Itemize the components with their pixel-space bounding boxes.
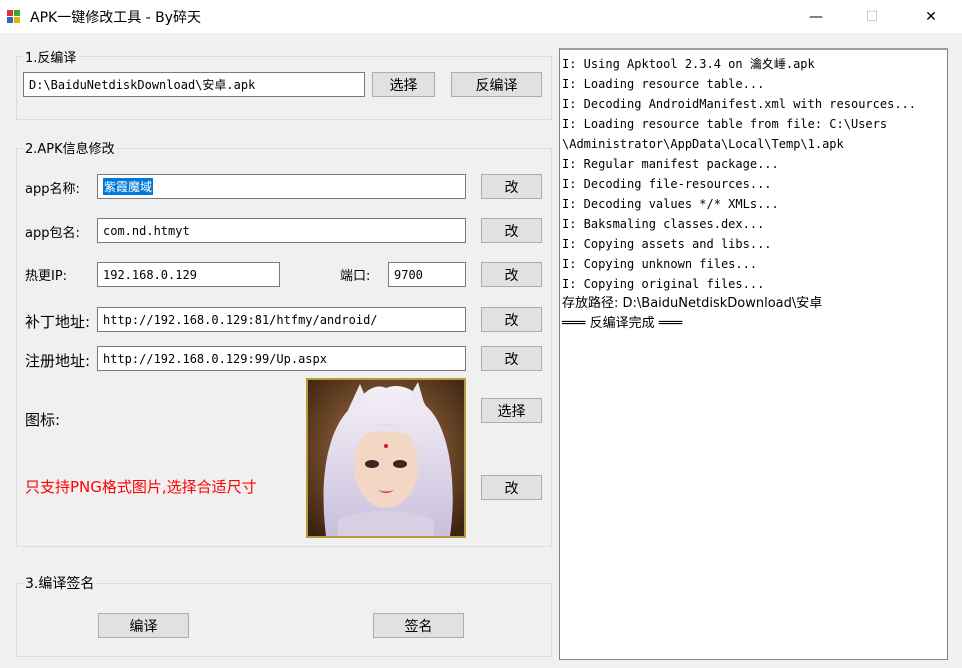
package-name-label: app包名: [25, 226, 80, 241]
icon-label: 图标: [25, 411, 61, 429]
select-icon-button[interactable]: 选择 [481, 398, 542, 423]
log-line: I: Decoding file-resources... [562, 177, 772, 191]
register-url-label: 注册地址: [25, 352, 91, 370]
decompile-legend: 1.反编译 [23, 47, 79, 66]
log-line: I: Copying unknown files... [562, 257, 758, 271]
apk-info-legend: 2.APK信息修改 [23, 138, 117, 157]
change-patch-url-button[interactable]: 改 [481, 307, 542, 332]
change-app-name-button[interactable]: 改 [481, 174, 542, 199]
hot-ip-label: 热更IP: [25, 269, 68, 284]
change-package-name-button[interactable]: 改 [481, 218, 542, 243]
patch-url-input[interactable]: http://192.168.0.129:81/htfmy/android/ [97, 307, 466, 332]
app-name-selected-text: 紫霞魔域 [103, 178, 154, 195]
log-line: I: Copying assets and libs... [562, 237, 772, 251]
compile-sign-legend: 3.编译签名 [23, 573, 97, 593]
log-line: ═══ 反编译完成 ═══ [562, 316, 683, 331]
maximize-icon: ☐ [865, 8, 879, 25]
close-icon: ✕ [925, 8, 937, 25]
log-line: \Administrator\AppData\Local\Temp\1.apk [562, 137, 844, 151]
log-line: I: Regular manifest package... [562, 157, 779, 171]
log-output[interactable]: I: Using Apktool 2.3.4 on 瀹夊崜.apk I: Load… [559, 48, 948, 660]
log-line: I: Decoding AndroidManifest.xml with res… [562, 97, 917, 111]
package-name-input[interactable]: com.nd.htmyt [97, 218, 466, 243]
log-line: 存放路径: D:\BaiduNetdiskDownload\安卓 [562, 296, 823, 311]
minimize-button[interactable]: — [793, 0, 839, 33]
log-line: I: Loading resource table from file: C:\… [562, 117, 888, 131]
sign-button[interactable]: 签名 [373, 613, 464, 638]
apk-path-input[interactable]: D:\BaiduNetdiskDownload\安卓.apk [23, 72, 365, 97]
log-lines: I: Using Apktool 2.3.4 on 瀹夊崜.apk I: Load… [560, 50, 947, 334]
app-icon-preview [306, 378, 466, 538]
close-button[interactable]: ✕ [908, 0, 954, 33]
change-ip-port-button[interactable]: 改 [481, 262, 542, 287]
compile-button[interactable]: 编译 [98, 613, 189, 638]
minimize-icon: — [809, 8, 823, 25]
select-apk-button[interactable]: 选择 [372, 72, 435, 97]
change-register-url-button[interactable]: 改 [481, 346, 542, 371]
register-url-input[interactable]: http://192.168.0.129:99/Up.aspx [97, 346, 466, 371]
app-name-input[interactable]: 紫霞魔域 [97, 174, 466, 199]
port-label: 端口: [340, 269, 371, 284]
patch-url-label: 补丁地址: [25, 313, 91, 331]
log-line: I: Loading resource table... [562, 77, 765, 91]
maximize-button[interactable]: ☐ [849, 0, 895, 33]
png-warning-text: 只支持PNG格式图片,选择合适尺寸 [25, 478, 257, 496]
port-input[interactable]: 9700 [388, 262, 466, 287]
log-line: I: Using Apktool 2.3.4 on 瀹夊崜.apk [562, 57, 815, 71]
log-line: I: Copying original files... [562, 277, 765, 291]
app-icon [6, 8, 22, 24]
change-icon-button[interactable]: 改 [481, 475, 542, 500]
window-title: APK一键修改工具 - By碎天 [30, 10, 202, 26]
log-line: I: Baksmaling classes.dex... [562, 217, 765, 231]
compile-sign-group [16, 583, 552, 657]
hot-ip-input[interactable]: 192.168.0.129 [97, 262, 280, 287]
title-bar: APK一键修改工具 - By碎天 — ☐ ✕ [0, 0, 962, 33]
log-line: I: Decoding values */* XMLs... [562, 197, 779, 211]
app-name-label: app名称: [25, 182, 80, 197]
decompile-button[interactable]: 反编译 [451, 72, 542, 97]
